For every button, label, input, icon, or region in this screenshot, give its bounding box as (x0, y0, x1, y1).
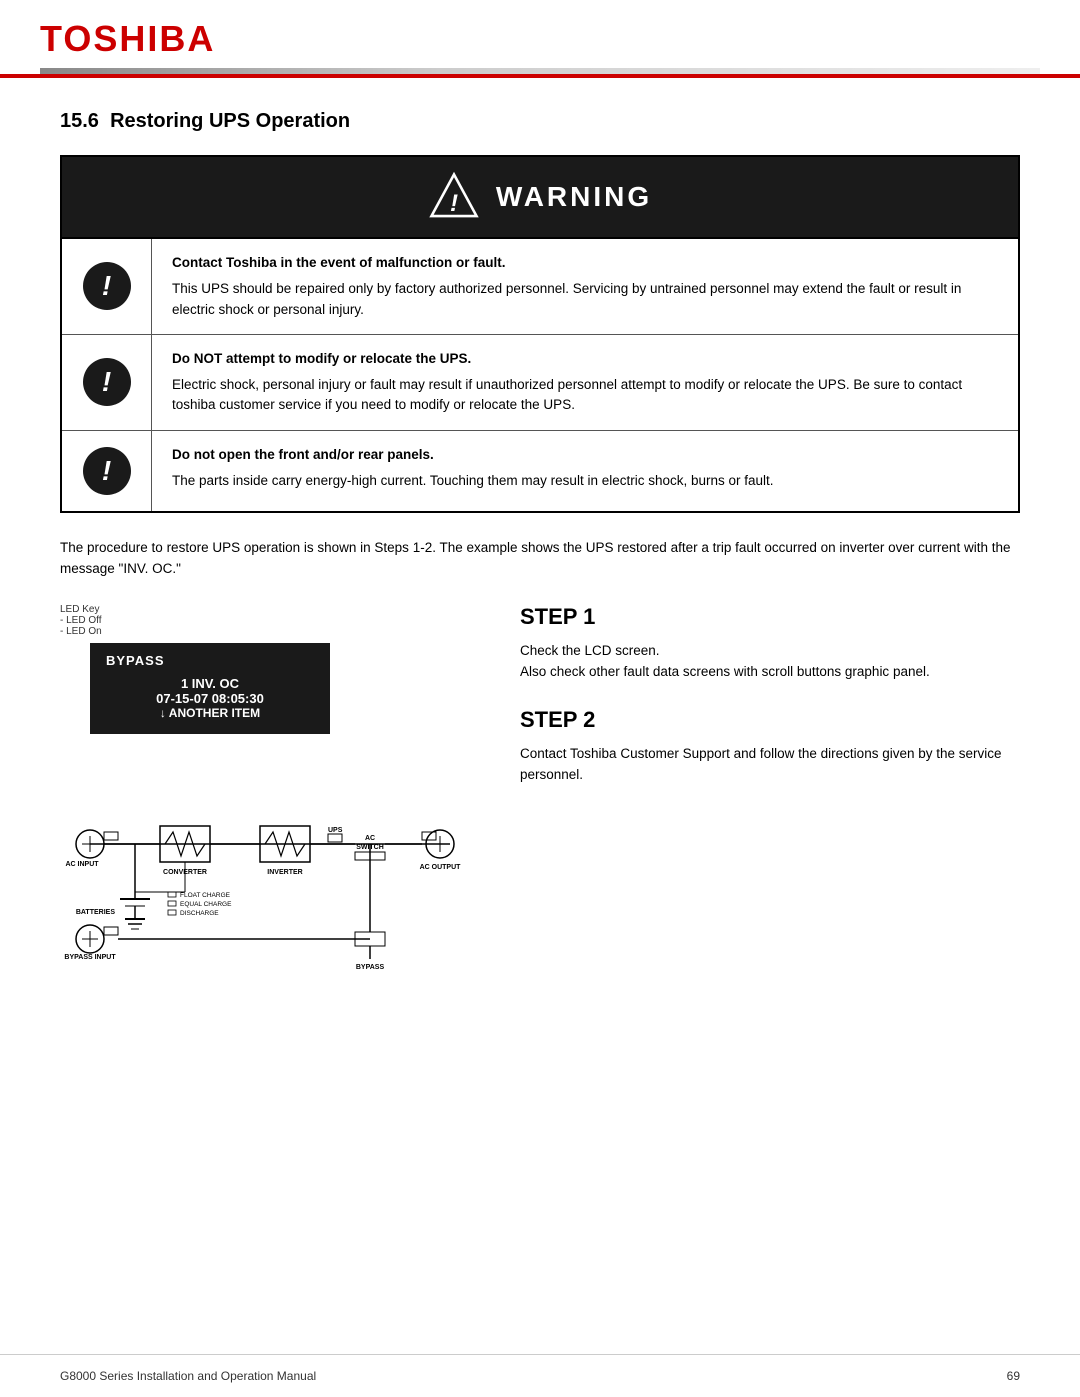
step1-text: Check the LCD screen. Also check other f… (520, 640, 1020, 683)
svg-text:FLOAT CHARGE: FLOAT CHARGE (180, 892, 231, 899)
svg-text:BYPASS: BYPASS (356, 964, 385, 971)
svg-text:AC: AC (365, 835, 375, 842)
svg-text:UPS: UPS (328, 827, 343, 834)
section-number: 15.6 (60, 110, 99, 132)
steps-text-area: STEP 1 Check the LCD screen. Also check … (520, 604, 1020, 810)
warning-exclaim-icon-2: ! (83, 358, 131, 406)
svg-text:INVERTER: INVERTER (267, 869, 302, 876)
warning-exclaim-icon-1: ! (83, 262, 131, 310)
warning-bold-1: Contact Toshiba in the event of malfunct… (172, 253, 998, 273)
warning-icon-cell-1: ! (62, 239, 152, 334)
warning-box: ! WARNING ! Contact Toshiba in the event… (60, 155, 1020, 513)
svg-text:AC OUTPUT: AC OUTPUT (420, 864, 462, 871)
warning-desc-1: This UPS should be repaired only by fact… (172, 279, 998, 320)
warning-icon-cell-3: ! (62, 431, 152, 511)
step2-line1: Contact Toshiba Customer Support and fol… (520, 743, 1020, 786)
step1-line2: Also check other fault data screens with… (520, 661, 1020, 683)
step2-heading: STEP 2 (520, 707, 1020, 733)
warning-text-2: Do NOT attempt to modify or relocate the… (152, 335, 1018, 430)
bypass-label: BYPASS (106, 653, 314, 668)
header-divider (40, 68, 1040, 74)
led-key-off: - LED Off (60, 615, 480, 626)
warning-exclaim-icon-3: ! (83, 447, 131, 495)
footer-left: G8000 Series Installation and Operation … (60, 1369, 316, 1383)
diagram-area: LED Key - LED Off - LED On BYPASS 1 INV.… (60, 604, 480, 977)
led-key-on: - LED On (60, 626, 480, 637)
warning-desc-3: The parts inside carry energy-high curre… (172, 471, 998, 491)
warning-text-1: Contact Toshiba in the event of malfunct… (152, 239, 1018, 334)
page-footer: G8000 Series Installation and Operation … (0, 1354, 1080, 1397)
page-header: TOSHIBA (0, 0, 1080, 78)
svg-text:!: ! (450, 190, 458, 217)
warning-desc-2: Electric shock, personal injury or fault… (172, 375, 998, 416)
warning-header: ! WARNING (62, 157, 1018, 237)
warning-title: WARNING (496, 181, 652, 213)
warning-triangle-icon: ! (428, 171, 480, 223)
toshiba-logo: TOSHIBA (40, 18, 215, 60)
step1-line1: Check the LCD screen. (520, 640, 1020, 662)
step1-heading: STEP 1 (520, 604, 1020, 630)
warning-item-1: ! Contact Toshiba in the event of malfun… (62, 239, 1018, 335)
footer-page-number: 69 (1007, 1369, 1020, 1383)
svg-text:BATTERIES: BATTERIES (76, 909, 115, 916)
ups-diagram-svg: AC INPUT CONVERTER INVERTER UPS AC S (60, 744, 480, 974)
section-title: Restoring UPS Operation (110, 110, 350, 132)
warning-item-3: ! Do not open the front and/or rear pane… (62, 431, 1018, 511)
svg-text:DISCHARGE: DISCHARGE (180, 910, 219, 917)
warning-icon-cell-2: ! (62, 335, 152, 430)
warning-bold-2: Do NOT attempt to modify or relocate the… (172, 349, 998, 369)
svg-text:AC INPUT: AC INPUT (65, 861, 99, 868)
svg-text:EQUAL CHARGE: EQUAL CHARGE (180, 901, 232, 908)
steps-diagram-area: LED Key - LED Off - LED On BYPASS 1 INV.… (60, 604, 1020, 977)
bypass-line1: 1 INV. OC (106, 676, 314, 691)
main-content: 15.6 Restoring UPS Operation ! WARNING !… (0, 78, 1080, 1037)
intro-paragraph: The procedure to restore UPS operation i… (60, 537, 1020, 580)
ups-diagram: AC INPUT CONVERTER INVERTER UPS AC S (60, 744, 480, 977)
bypass-date: 07-15-07 08:05:30 (106, 691, 314, 706)
section-heading: 15.6 Restoring UPS Operation (60, 110, 1020, 133)
warning-item-2: ! Do NOT attempt to modify or relocate t… (62, 335, 1018, 431)
warning-bold-3: Do not open the front and/or rear panels… (172, 445, 998, 465)
led-key-title: LED Key (60, 604, 480, 615)
step2-text: Contact Toshiba Customer Support and fol… (520, 743, 1020, 786)
bypass-another: ↓ ANOTHER ITEM (106, 706, 314, 720)
warning-items: ! Contact Toshiba in the event of malfun… (62, 237, 1018, 511)
led-key: LED Key - LED Off - LED On (60, 604, 480, 637)
warning-text-3: Do not open the front and/or rear panels… (152, 431, 1018, 511)
bypass-panel: BYPASS 1 INV. OC 07-15-07 08:05:30 ↓ ANO… (90, 643, 330, 734)
svg-text:BYPASS INPUT: BYPASS INPUT (64, 954, 116, 961)
